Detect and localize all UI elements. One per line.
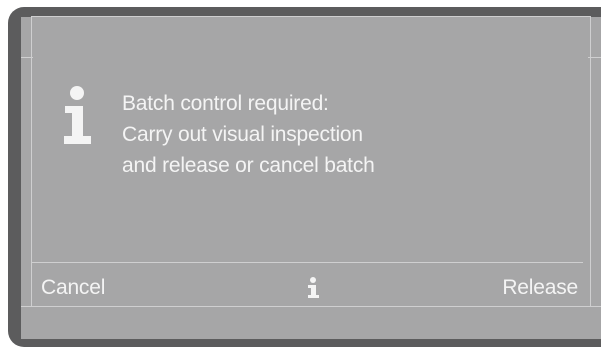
- info-icon: [64, 86, 91, 144]
- cancel-button[interactable]: Cancel: [41, 275, 105, 301]
- message-line: and release or cancel batch: [122, 154, 375, 177]
- info-icon[interactable]: [306, 277, 320, 299]
- message-line: Carry out visual inspection: [122, 123, 363, 146]
- screen-right-border: [590, 17, 591, 307]
- dialog-message: Batch control required: Carry out visual…: [122, 88, 375, 181]
- softkey-bar-top-divider: [31, 262, 583, 263]
- screen-left-border: [31, 17, 32, 307]
- release-button[interactable]: Release: [502, 275, 578, 301]
- message-line: Batch control required:: [122, 92, 329, 115]
- screen-top-border: [31, 16, 591, 17]
- softkey-bar-bottom-divider: [21, 306, 601, 307]
